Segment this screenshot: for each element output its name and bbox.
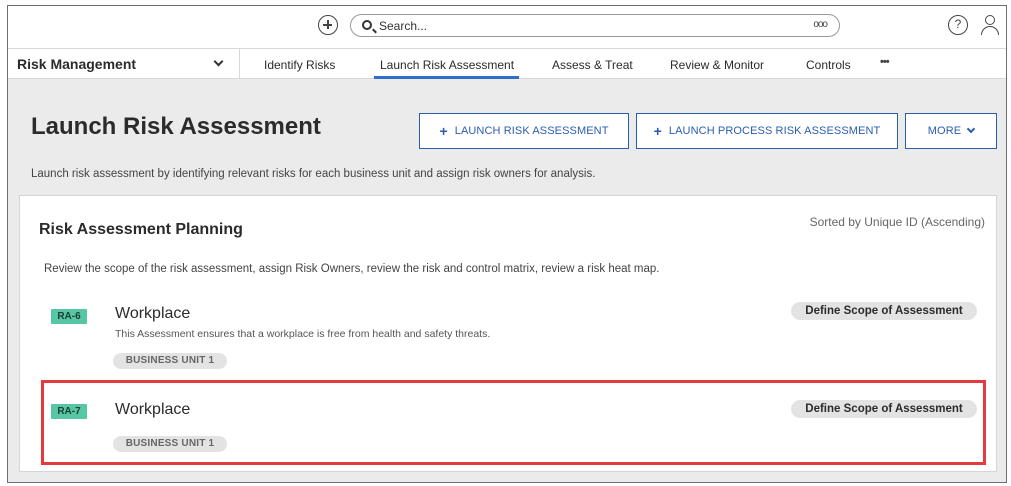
launch-process-risk-assessment-label: LAUNCH PROCESS RISK ASSESSMENT bbox=[668, 125, 881, 137]
tab-identify-risks[interactable]: Identify Risks bbox=[264, 58, 335, 72]
app-window: ooo ? Risk Management Identify Risks Lau… bbox=[7, 5, 1007, 483]
tab-controls[interactable]: Controls bbox=[806, 58, 851, 72]
app-selector[interactable]: Risk Management bbox=[8, 49, 240, 78]
id-badge: RA-6 bbox=[51, 309, 87, 324]
search-icon bbox=[362, 20, 372, 30]
launch-risk-assessment-label: LAUNCH RISK ASSESSMENT bbox=[454, 125, 609, 137]
active-tab-indicator bbox=[374, 76, 519, 79]
sort-label[interactable]: Sorted by Unique ID (Ascending) bbox=[810, 215, 985, 229]
plus-circle-icon[interactable] bbox=[318, 15, 338, 35]
search-input[interactable] bbox=[379, 18, 779, 33]
nav-bar: Risk Management Identify Risks Launch Ri… bbox=[8, 48, 1006, 79]
business-unit-tag: BUSINESS UNIT 1 bbox=[113, 353, 227, 369]
chevron-down-icon bbox=[966, 124, 976, 134]
search-bar[interactable]: ooo bbox=[350, 14, 840, 37]
more-button[interactable]: MORE bbox=[905, 113, 997, 149]
plus-icon: + bbox=[439, 123, 448, 139]
plus-icon: + bbox=[653, 123, 662, 139]
launch-process-risk-assessment-button[interactable]: + LAUNCH PROCESS RISK ASSESSMENT bbox=[636, 113, 898, 149]
tab-launch-risk-assessment[interactable]: Launch Risk Assessment bbox=[380, 58, 514, 72]
more-label: MORE bbox=[927, 125, 962, 137]
card-title: Risk Assessment Planning bbox=[39, 221, 243, 238]
search-options-icon[interactable]: ooo bbox=[813, 19, 828, 30]
card-description: Review the scope of the risk assessment,… bbox=[44, 263, 660, 275]
stage-badge: Define Scope of Assessment bbox=[791, 302, 977, 320]
tab-assess-treat[interactable]: Assess & Treat bbox=[552, 58, 633, 72]
help-icon[interactable]: ? bbox=[948, 15, 968, 35]
chevron-down-icon bbox=[213, 56, 224, 67]
launch-risk-assessment-button[interactable]: + LAUNCH RISK ASSESSMENT bbox=[419, 113, 629, 149]
highlight-box bbox=[41, 380, 986, 465]
item-title[interactable]: Workplace bbox=[115, 305, 190, 323]
item-description: This Assessment ensures that a workplace… bbox=[115, 328, 491, 340]
top-bar: ooo ? bbox=[8, 6, 1006, 48]
more-tabs-icon[interactable]: ••• bbox=[880, 56, 890, 68]
app-name: Risk Management bbox=[17, 56, 137, 72]
page-description: Launch risk assessment by identifying re… bbox=[31, 168, 596, 180]
tab-review-monitor[interactable]: Review & Monitor bbox=[670, 58, 764, 72]
user-icon[interactable] bbox=[980, 14, 1000, 36]
page-title: Launch Risk Assessment bbox=[31, 113, 321, 140]
